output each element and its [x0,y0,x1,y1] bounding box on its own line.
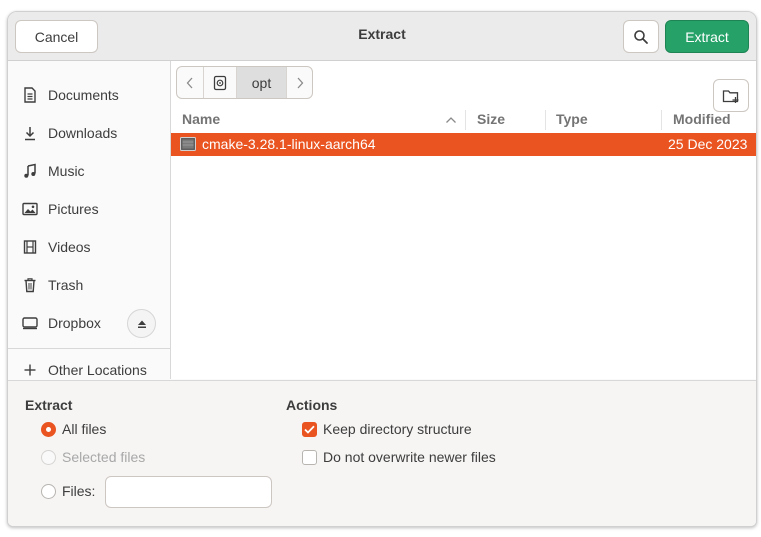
drive-icon [22,315,38,331]
checkbox-indicator [302,421,317,437]
actions-section-title: Actions [286,397,338,413]
path-back-button[interactable] [177,67,204,98]
path-forward-button[interactable] [287,67,312,98]
sidebar-item-videos[interactable]: Videos [8,229,170,265]
music-icon [22,163,38,179]
cancel-button[interactable]: Cancel [15,20,98,53]
download-icon [22,125,38,141]
sidebar-item-downloads[interactable]: Downloads [8,115,170,151]
path-bar: opt [176,66,313,99]
sidebar-item-dropbox[interactable]: Dropbox [8,305,170,341]
header-bar: Cancel Extract Extract [8,12,756,61]
extract-dialog: Cancel Extract Extract Documents Downloa… [7,11,757,527]
file-browser: opt Name Size Type Modified cmake-3.28.1… [171,61,756,379]
radio-indicator [41,483,56,499]
column-divider [661,110,662,130]
sort-ascending-icon [446,117,456,123]
keep-structure-label: Keep directory structure [323,421,472,437]
file-modified: 25 Dec 2023 [668,136,748,152]
keep-structure-checkbox[interactable]: Keep directory structure [302,421,472,437]
path-segment-current[interactable]: opt [237,67,287,98]
no-overwrite-label: Do not overwrite newer files [323,449,496,465]
selected-files-label: Selected files [62,449,146,465]
column-header: Name Size Type Modified [171,108,756,132]
chevron-left-icon [186,77,193,88]
sidebar-item-label: Dropbox [48,315,101,331]
file-name: cmake-3.28.1-linux-aarch64 [202,136,376,152]
column-name[interactable]: Name [182,111,220,127]
search-icon [634,29,648,44]
all-files-label: All files [62,421,107,437]
sidebar-item-music[interactable]: Music [8,153,170,189]
column-divider [545,110,546,130]
column-size[interactable]: Size [477,111,505,127]
column-divider [465,110,466,130]
trash-icon [22,277,38,293]
video-icon [22,239,38,255]
sidebar-item-label: Other Locations [48,362,147,378]
plus-icon [22,362,38,378]
places-sidebar: Documents Downloads Music Pictures Video… [8,61,171,379]
files-label: Files: [62,483,96,499]
sidebar-item-pictures[interactable]: Pictures [8,191,170,227]
column-type[interactable]: Type [556,111,588,127]
sidebar-item-label: Trash [48,277,84,293]
sidebar-item-label: Videos [48,239,91,255]
all-files-radio[interactable]: All files [41,421,106,437]
sidebar-item-label: Music [48,163,85,179]
new-folder-icon [722,89,739,103]
selected-files-radio: Selected files [41,449,145,465]
options-panel: Extract All files Selected files Files: … [8,380,756,526]
sidebar-item-trash[interactable]: Trash [8,267,170,303]
picture-icon [22,201,38,217]
sidebar-item-label: Downloads [48,125,118,141]
document-icon [22,87,38,103]
sidebar-item-label: Documents [48,87,119,103]
column-modified[interactable]: Modified [673,111,731,127]
radio-indicator [41,421,56,437]
file-row[interactable]: cmake-3.28.1-linux-aarch64 25 Dec 2023 [171,133,756,156]
path-root-button[interactable] [204,67,237,98]
disk-icon [213,75,227,90]
eject-icon [137,320,146,328]
no-overwrite-checkbox[interactable]: Do not overwrite newer files [302,449,496,465]
archive-icon [180,137,196,151]
search-button[interactable] [623,20,659,53]
files-pattern-radio[interactable]: Files: [41,483,95,499]
dialog-title: Extract [358,26,406,42]
eject-button[interactable] [127,309,156,338]
files-pattern-input[interactable] [105,476,272,508]
radio-indicator [41,449,56,465]
checkmark-icon [304,425,315,434]
chevron-right-icon [297,77,303,88]
sidebar-item-label: Pictures [48,201,99,217]
sidebar-item-documents[interactable]: Documents [8,77,170,113]
extract-section-title: Extract [25,397,73,413]
checkbox-indicator [302,449,317,465]
extract-button[interactable]: Extract [665,20,749,53]
sidebar-divider [8,348,170,349]
